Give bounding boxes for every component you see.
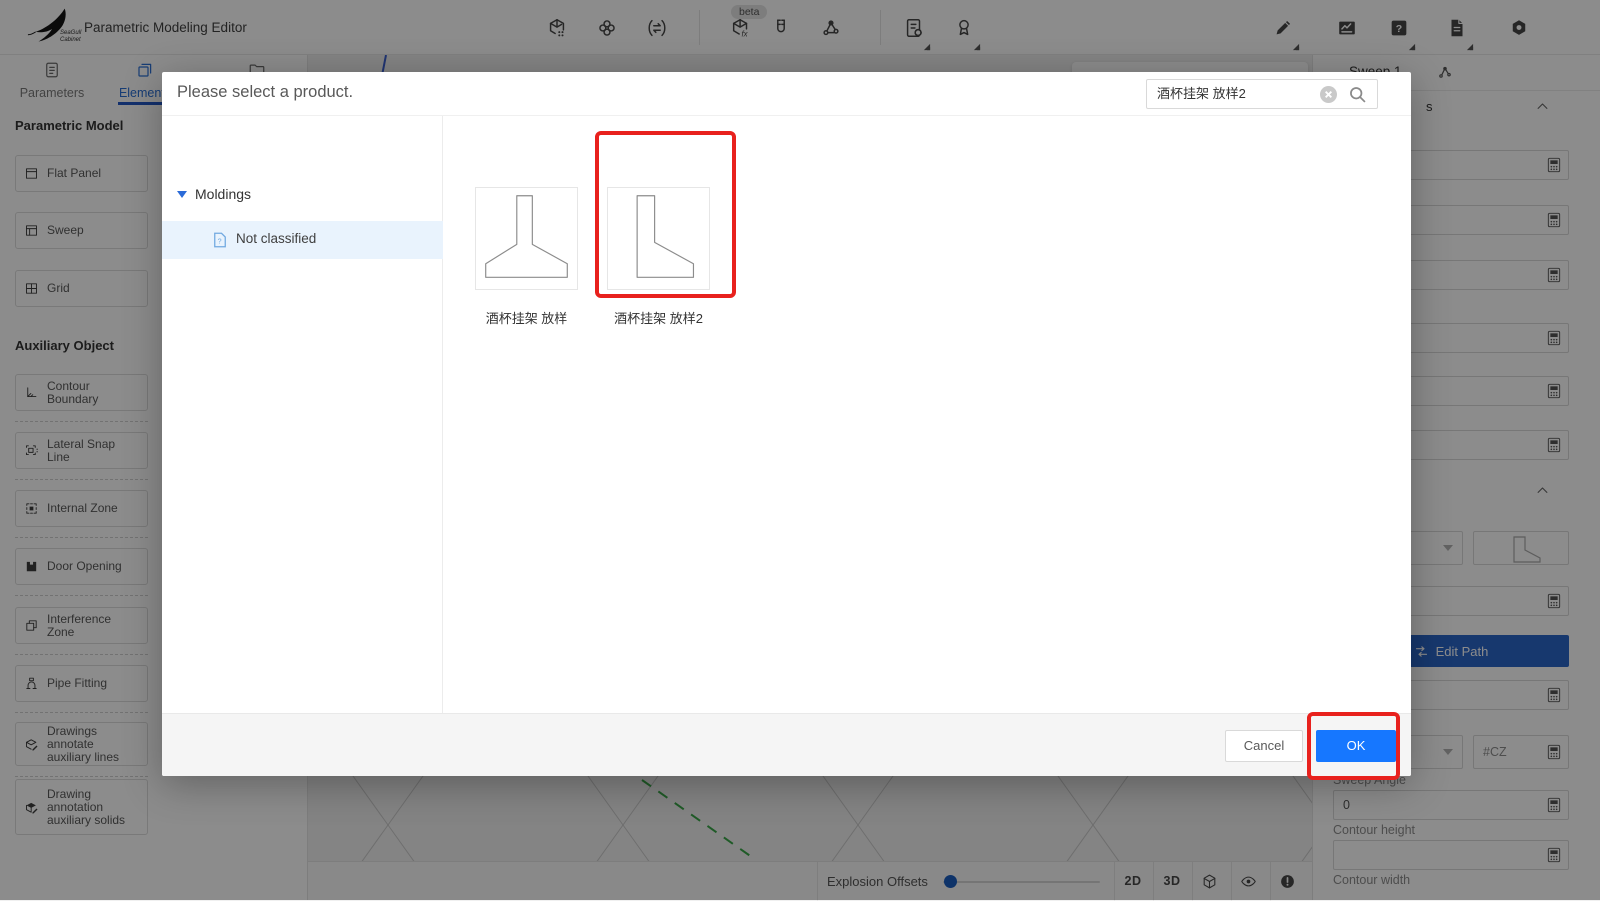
product-search-input[interactable]: 酒杯挂架 放样2	[1146, 79, 1378, 109]
tree-node-not-classified[interactable]: ? Not classified	[162, 221, 443, 259]
dialog-header: Please select a product. 酒杯挂架 放样2	[162, 72, 1411, 116]
category-tree: Moldings ? Not classified	[162, 116, 443, 713]
product-label: 酒杯挂架 放样	[485, 311, 568, 326]
ok-button[interactable]: OK	[1316, 730, 1396, 762]
dialog-footer: Cancel OK	[162, 713, 1411, 776]
tree-node-moldings[interactable]: Moldings	[162, 182, 443, 210]
tree-node-label: Moldings	[195, 186, 252, 202]
tree-expand-caret-icon[interactable]	[177, 191, 187, 203]
cancel-button[interactable]: Cancel	[1225, 730, 1303, 762]
svg-text:?: ?	[218, 237, 222, 245]
folder-question-icon: ?	[211, 231, 229, 249]
product-card[interactable]: 酒杯挂架 放样2	[607, 187, 710, 327]
search-input-value: 酒杯挂架 放样2	[1157, 86, 1246, 101]
search-icon[interactable]	[1347, 84, 1368, 105]
product-card[interactable]: 酒杯挂架 放样	[475, 187, 578, 327]
product-label: 酒杯挂架 放样2	[614, 311, 703, 326]
product-thumbnail	[607, 187, 710, 290]
clear-search-icon[interactable]	[1320, 86, 1337, 103]
product-grid: 酒杯挂架 放样 酒杯挂架 放样2	[443, 116, 1411, 713]
dialog-title: Please select a product.	[177, 83, 354, 101]
tree-node-label: Not classified	[236, 231, 317, 246]
product-select-dialog: Please select a product. 酒杯挂架 放样2 Moldin…	[162, 72, 1411, 776]
product-thumbnail	[475, 187, 578, 290]
